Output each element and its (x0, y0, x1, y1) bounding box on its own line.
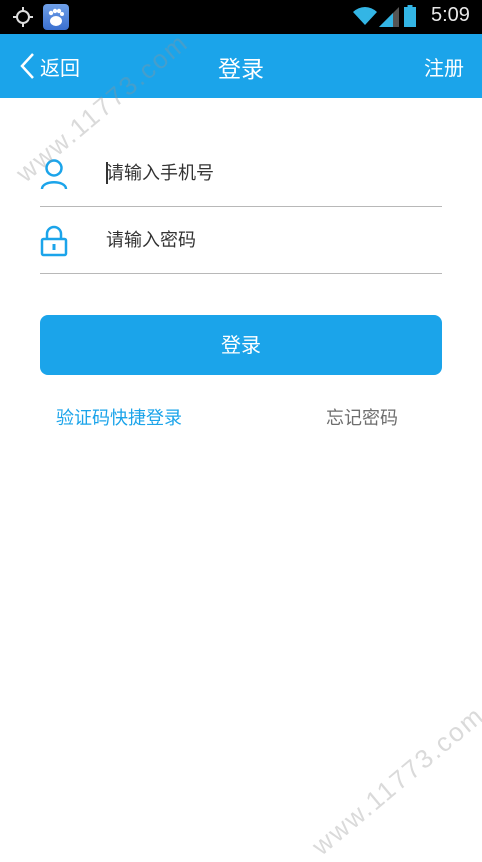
sms-login-link[interactable]: 验证码快捷登录 (56, 404, 182, 430)
password-field (40, 207, 442, 274)
signal-icon (379, 7, 399, 27)
register-button[interactable]: 注册 (424, 52, 464, 81)
wifi-icon (353, 7, 377, 25)
watermark: www.11773.com (306, 699, 482, 861)
status-bar: 5:09 (0, 0, 482, 34)
nav-bar: 返回 登录 注册 (0, 34, 482, 98)
phone-input[interactable] (106, 140, 426, 206)
lock-icon (40, 225, 68, 257)
login-button[interactable]: 登录 (40, 315, 442, 375)
phone-field (40, 140, 442, 207)
status-time: 5:09 (431, 4, 470, 26)
text-cursor (106, 162, 108, 184)
page-title: 登录 (218, 57, 264, 83)
battery-icon (404, 5, 416, 27)
gps-icon (13, 7, 33, 27)
forgot-password-link[interactable]: 忘记密码 (326, 404, 398, 430)
baidu-app-icon (43, 4, 69, 30)
password-input[interactable] (106, 207, 426, 273)
